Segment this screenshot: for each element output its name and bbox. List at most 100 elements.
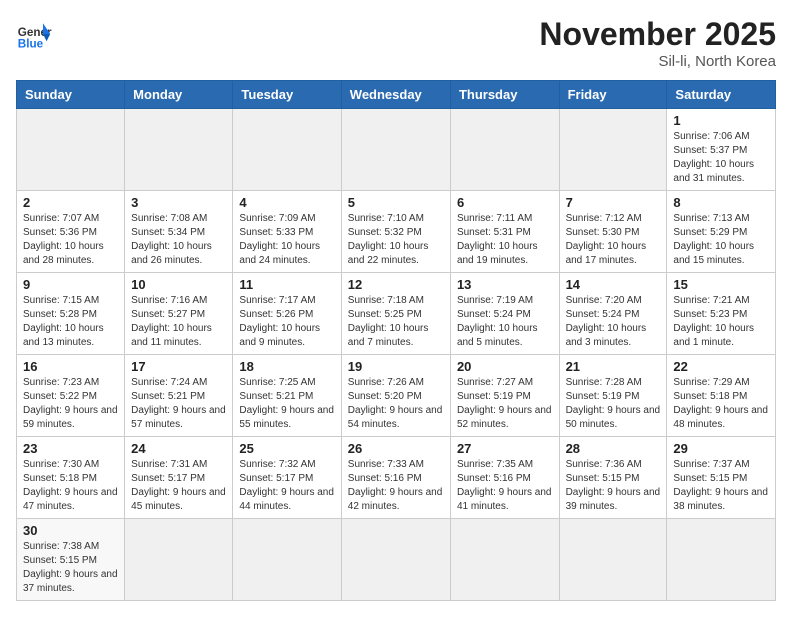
- calendar-day: 8 Sunrise: 7:13 AMSunset: 5:29 PMDaylight…: [667, 191, 776, 273]
- day-info: Sunrise: 7:33 AMSunset: 5:16 PMDaylight:…: [348, 458, 444, 514]
- calendar-day: 16 Sunrise: 7:23 AMSunset: 5:22 PMDayligh…: [17, 355, 125, 437]
- day-info: Sunrise: 7:32 AMSunset: 5:17 PMDaylight:…: [239, 458, 334, 514]
- calendar-day: 13 Sunrise: 7:19 AMSunset: 5:24 PMDayligh…: [450, 273, 559, 355]
- svg-text:Blue: Blue: [18, 38, 44, 51]
- day-info: Sunrise: 7:36 AMSunset: 5:15 PMDaylight:…: [566, 458, 661, 514]
- calendar-day: 17Sunrise: 7:24 AMSunset: 5:21 PMDayligh…: [125, 355, 233, 437]
- calendar-day: [125, 519, 233, 601]
- day-info: Sunrise: 7:20 AMSunset: 5:24 PMDaylight:…: [566, 294, 661, 350]
- calendar-day: 15 Sunrise: 7:21 AMSunset: 5:23 PMDayligh…: [667, 273, 776, 355]
- day-number: 9: [23, 277, 118, 292]
- day-number: 19: [348, 359, 444, 374]
- page-header: General Blue November 2025 Sil-li, North…: [16, 16, 776, 70]
- calendar-day: 14 Sunrise: 7:20 AMSunset: 5:24 PMDayligh…: [559, 273, 667, 355]
- day-info: Sunrise: 7:27 AMSunset: 5:19 PMDaylight:…: [457, 376, 553, 432]
- weekday-header-tuesday: Tuesday: [233, 81, 341, 109]
- day-info: Sunrise: 7:38 AMSunset: 5:15 PMDaylight:…: [23, 540, 118, 596]
- logo-icon: General Blue: [16, 16, 52, 52]
- day-number: 3: [131, 195, 226, 210]
- day-number: 4: [239, 195, 334, 210]
- day-number: 15: [673, 277, 769, 292]
- calendar-day: 4 Sunrise: 7:09 AMSunset: 5:33 PMDaylight…: [233, 191, 341, 273]
- day-info: Sunrise: 7:24 AMSunset: 5:21 PMDaylight:…: [131, 376, 226, 432]
- day-number: 26: [348, 441, 444, 456]
- calendar-day: [17, 109, 125, 191]
- day-info: Sunrise: 7:15 AMSunset: 5:28 PMDaylight:…: [23, 294, 118, 350]
- calendar-day: [450, 519, 559, 601]
- day-number: 27: [457, 441, 553, 456]
- day-number: 11: [239, 277, 334, 292]
- day-number: 12: [348, 277, 444, 292]
- day-info: Sunrise: 7:07 AMSunset: 5:36 PMDaylight:…: [23, 212, 118, 268]
- day-info: Sunrise: 7:21 AMSunset: 5:23 PMDaylight:…: [673, 294, 769, 350]
- day-number: 21: [566, 359, 661, 374]
- calendar-day: 28 Sunrise: 7:36 AMSunset: 5:15 PMDayligh…: [559, 437, 667, 519]
- calendar-week-row: 16 Sunrise: 7:23 AMSunset: 5:22 PMDayligh…: [17, 355, 776, 437]
- day-info: Sunrise: 7:16 AMSunset: 5:27 PMDaylight:…: [131, 294, 226, 350]
- calendar-day: [667, 519, 776, 601]
- calendar-day: [559, 519, 667, 601]
- day-number: 23: [23, 441, 118, 456]
- calendar-day: [450, 109, 559, 191]
- day-number: 6: [457, 195, 553, 210]
- day-number: 14: [566, 277, 661, 292]
- day-info: Sunrise: 7:30 AMSunset: 5:18 PMDaylight:…: [23, 458, 118, 514]
- weekday-header-friday: Friday: [559, 81, 667, 109]
- calendar-day: 22Sunrise: 7:29 AMSunset: 5:18 PMDayligh…: [667, 355, 776, 437]
- calendar-day: 24Sunrise: 7:31 AMSunset: 5:17 PMDayligh…: [125, 437, 233, 519]
- weekday-header-thursday: Thursday: [450, 81, 559, 109]
- day-info: Sunrise: 7:19 AMSunset: 5:24 PMDaylight:…: [457, 294, 553, 350]
- calendar-day: 1 Sunrise: 7:06 AMSunset: 5:37 PMDaylight…: [667, 109, 776, 191]
- calendar-day: 25 Sunrise: 7:32 AMSunset: 5:17 PMDayligh…: [233, 437, 341, 519]
- calendar-day: 6 Sunrise: 7:11 AMSunset: 5:31 PMDaylight…: [450, 191, 559, 273]
- calendar-day: 7Sunrise: 7:12 AMSunset: 5:30 PMDaylight…: [559, 191, 667, 273]
- calendar-day: 18Sunrise: 7:25 AMSunset: 5:21 PMDayligh…: [233, 355, 341, 437]
- calendar-day: 29Sunrise: 7:37 AMSunset: 5:15 PMDayligh…: [667, 437, 776, 519]
- day-info: Sunrise: 7:18 AMSunset: 5:25 PMDaylight:…: [348, 294, 444, 350]
- weekday-header-saturday: Saturday: [667, 81, 776, 109]
- calendar-day: [233, 519, 341, 601]
- calendar-day: 5Sunrise: 7:10 AMSunset: 5:32 PMDaylight…: [341, 191, 450, 273]
- day-info: Sunrise: 7:25 AMSunset: 5:21 PMDaylight:…: [239, 376, 334, 432]
- day-number: 30: [23, 523, 118, 538]
- day-number: 22: [673, 359, 769, 374]
- calendar-day: 20 Sunrise: 7:27 AMSunset: 5:19 PMDayligh…: [450, 355, 559, 437]
- weekday-header-sunday: Sunday: [17, 81, 125, 109]
- month-title: November 2025: [539, 16, 776, 53]
- calendar-week-row: 1 Sunrise: 7:06 AMSunset: 5:37 PMDaylight…: [17, 109, 776, 191]
- calendar-day: [233, 109, 341, 191]
- day-number: 24: [131, 441, 226, 456]
- calendar-day: 10Sunrise: 7:16 AMSunset: 5:27 PMDayligh…: [125, 273, 233, 355]
- calendar-day: 30 Sunrise: 7:38 AMSunset: 5:15 PMDayligh…: [17, 519, 125, 601]
- day-number: 13: [457, 277, 553, 292]
- weekday-header-wednesday: Wednesday: [341, 81, 450, 109]
- calendar-week-row: 30 Sunrise: 7:38 AMSunset: 5:15 PMDayligh…: [17, 519, 776, 601]
- calendar-day: 26 Sunrise: 7:33 AMSunset: 5:16 PMDayligh…: [341, 437, 450, 519]
- day-number: 28: [566, 441, 661, 456]
- day-number: 25: [239, 441, 334, 456]
- day-info: Sunrise: 7:08 AMSunset: 5:34 PMDaylight:…: [131, 212, 226, 268]
- day-number: 16: [23, 359, 118, 374]
- calendar-day: 11Sunrise: 7:17 AMSunset: 5:26 PMDayligh…: [233, 273, 341, 355]
- day-info: Sunrise: 7:13 AMSunset: 5:29 PMDaylight:…: [673, 212, 769, 268]
- calendar-day: 19Sunrise: 7:26 AMSunset: 5:20 PMDayligh…: [341, 355, 450, 437]
- day-number: 1: [673, 113, 769, 128]
- day-info: Sunrise: 7:23 AMSunset: 5:22 PMDaylight:…: [23, 376, 118, 432]
- calendar-day: 2 Sunrise: 7:07 AMSunset: 5:36 PMDaylight…: [17, 191, 125, 273]
- calendar-day: 3 Sunrise: 7:08 AMSunset: 5:34 PMDaylight…: [125, 191, 233, 273]
- calendar-day: 27Sunrise: 7:35 AMSunset: 5:16 PMDayligh…: [450, 437, 559, 519]
- calendar-day: 21Sunrise: 7:28 AMSunset: 5:19 PMDayligh…: [559, 355, 667, 437]
- day-number: 20: [457, 359, 553, 374]
- calendar-week-row: 9 Sunrise: 7:15 AMSunset: 5:28 PMDaylight…: [17, 273, 776, 355]
- day-info: Sunrise: 7:06 AMSunset: 5:37 PMDaylight:…: [673, 130, 769, 186]
- calendar-table: SundayMondayTuesdayWednesdayThursdayFrid…: [16, 80, 776, 601]
- day-number: 8: [673, 195, 769, 210]
- day-info: Sunrise: 7:11 AMSunset: 5:31 PMDaylight:…: [457, 212, 553, 268]
- calendar-day: [341, 109, 450, 191]
- day-number: 29: [673, 441, 769, 456]
- day-info: Sunrise: 7:09 AMSunset: 5:33 PMDaylight:…: [239, 212, 334, 268]
- calendar-day: [125, 109, 233, 191]
- day-number: 2: [23, 195, 118, 210]
- day-info: Sunrise: 7:10 AMSunset: 5:32 PMDaylight:…: [348, 212, 444, 268]
- logo: General Blue: [16, 16, 52, 52]
